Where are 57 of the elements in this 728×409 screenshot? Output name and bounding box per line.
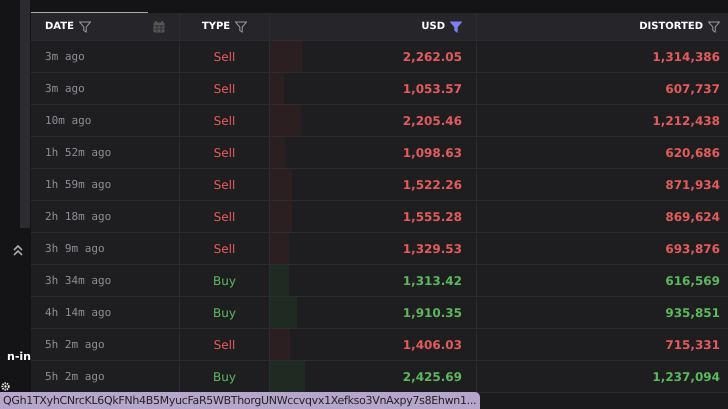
tooltip-text: QGh1TXyhCNrcKL6QkFNh4B5MyucFaR5WBThorgUNWccvqvx1Xefkso3VnAxpy7s8Ehwn1... [2, 394, 476, 407]
table-cell: 1,910.35 [402, 306, 462, 320]
table-cell: 10m ago [45, 114, 92, 127]
double-chevron-up-icon[interactable] [13, 244, 23, 256]
table-cell: 935,851 [665, 306, 720, 320]
table-cell: Sell [214, 210, 236, 224]
table-cell: 715,331 [665, 338, 720, 352]
table-cell: 3m ago [45, 82, 85, 95]
sidebar-label: n-in [7, 350, 31, 363]
table-cell: 2h 18m ago [45, 210, 112, 223]
column-header[interactable]: DISTORTED [639, 21, 703, 32]
table-cell: 607,737 [665, 82, 720, 96]
table-cell: Buy [213, 370, 236, 384]
table-cell: Sell [214, 178, 236, 192]
table-cell: Sell [214, 82, 236, 96]
table-cell: 1h 59m ago [45, 178, 112, 191]
table-cell: 1,522.26 [402, 178, 462, 192]
column-header[interactable]: DATE [45, 21, 74, 32]
table-cell: 5h 2m ago [45, 370, 105, 383]
table-cell: 5h 2m ago [45, 338, 105, 351]
table-cell: 3h 34m ago [45, 274, 112, 287]
table-cell: 1,212,438 [652, 114, 720, 128]
table-cell: Sell [214, 50, 236, 64]
table-cell: 1,314,386 [652, 50, 720, 64]
table-cell: 1,555.28 [402, 210, 462, 224]
table-cell: 1,329.53 [402, 242, 462, 256]
table-cell: 2,205.46 [402, 114, 462, 128]
gear-icon [0, 381, 11, 392]
table-cell: 693,876 [665, 242, 720, 256]
table-cell: 3m ago [45, 50, 85, 63]
table-cell: 2,262.05 [402, 50, 462, 64]
table-cell: 1,098.63 [402, 146, 462, 160]
table-cell: Sell [214, 242, 236, 256]
table-cell: 3h 9m ago [45, 242, 105, 255]
table-cell: 1,237,094 [652, 370, 720, 384]
table-cell: Sell [214, 338, 236, 352]
table-cell: Sell [214, 146, 236, 160]
filter-icon[interactable] [450, 20, 462, 32]
scrollbar[interactable] [20, 0, 30, 228]
column-header[interactable]: USD [421, 21, 445, 32]
table-cell: 1,053.57 [402, 82, 462, 96]
filter-icon[interactable] [78, 20, 91, 32]
table-cell: 1,313.42 [402, 274, 462, 288]
table-cell: Sell [214, 114, 236, 128]
filter-icon[interactable] [708, 20, 720, 32]
table-cell: 871,934 [665, 178, 720, 192]
table-cell: 620,686 [665, 146, 720, 160]
table-cell: 2,425.69 [402, 370, 462, 384]
filter-icon[interactable] [235, 20, 248, 32]
table-cell: Buy [213, 274, 236, 288]
table-cell: 4h 14m ago [45, 306, 112, 319]
table-cell: Buy [213, 306, 236, 320]
table-cell: 616,569 [665, 274, 720, 288]
column-header[interactable]: TYPE [202, 21, 230, 32]
table-cell: 1,406.03 [402, 338, 462, 352]
table-cell: 1h 52m ago [45, 146, 112, 159]
table-cell: 869,624 [665, 210, 720, 224]
